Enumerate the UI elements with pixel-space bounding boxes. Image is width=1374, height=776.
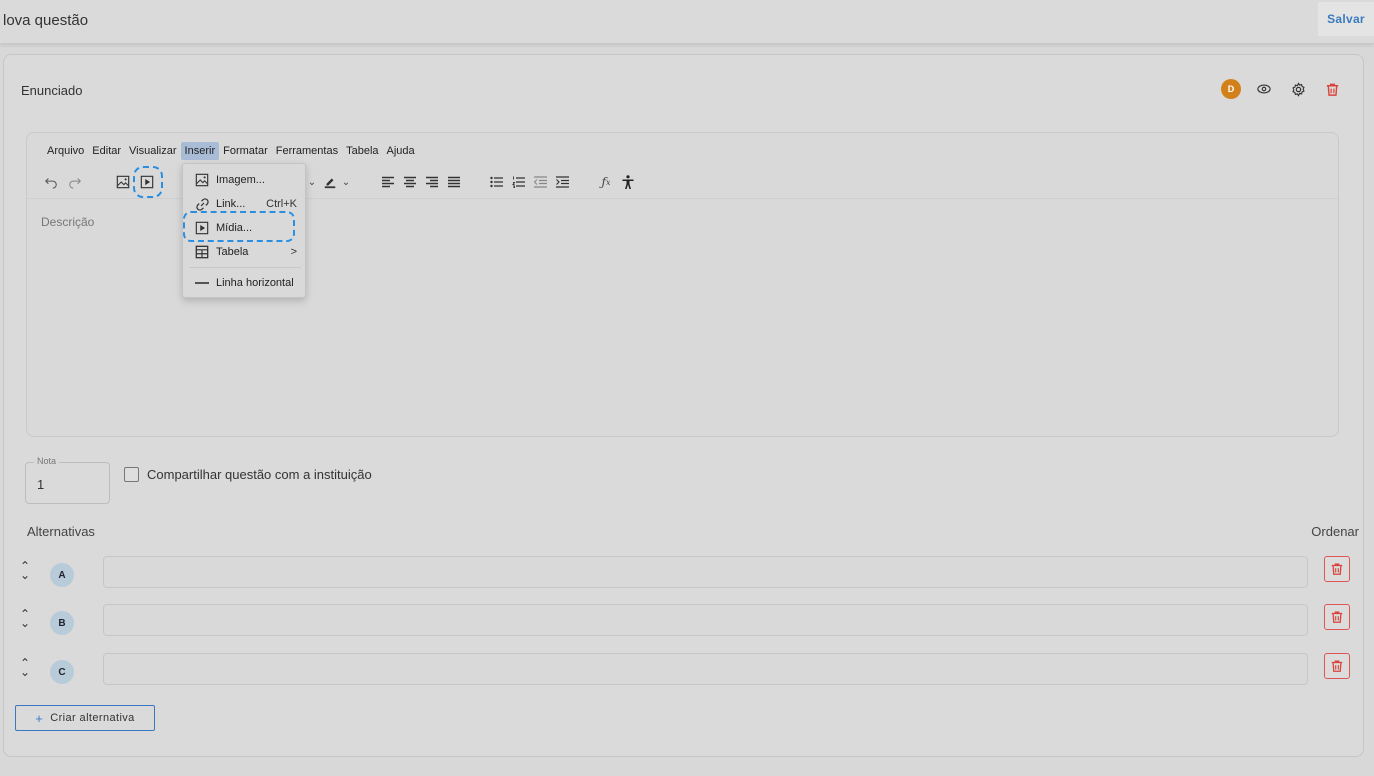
menu-separator	[189, 267, 301, 268]
numbered-list-icon[interactable]	[509, 171, 527, 193]
indent-icon[interactable]	[553, 171, 571, 193]
table-icon	[194, 245, 210, 259]
save-button[interactable]: Salvar	[1318, 2, 1374, 36]
menu-inserir[interactable]: Inserir	[180, 142, 220, 160]
menu-tabela[interactable]: Tabela	[342, 142, 382, 160]
order-button[interactable]: Ordenar	[1311, 524, 1359, 539]
formula-icon[interactable]: ƒx	[597, 171, 615, 193]
create-alternative-label: Criar alternativa	[50, 712, 135, 724]
alternative-input[interactable]	[103, 653, 1308, 685]
align-left-icon[interactable]	[379, 171, 397, 193]
align-right-icon[interactable]	[423, 171, 441, 193]
page-title: lova questão	[3, 12, 89, 29]
drag-handle-icon[interactable]: ⌃ ⌄	[19, 657, 31, 678]
gear-icon[interactable]	[1287, 78, 1309, 100]
section-title: Enunciado	[21, 83, 83, 98]
editor-placeholder[interactable]: Descrição	[41, 215, 94, 229]
menu-item-label: Tabela	[216, 246, 249, 258]
align-justify-icon[interactable]	[445, 171, 463, 193]
menu-item-label: Linha horizontal	[216, 277, 294, 289]
menu-item-label: Imagem...	[216, 174, 265, 186]
menu-editar[interactable]: Editar	[88, 142, 125, 160]
grade-input[interactable]: 1	[37, 477, 44, 492]
share-checkbox[interactable]	[124, 467, 139, 482]
menu-item-horizontal-line[interactable]: Linha horizontal	[183, 271, 307, 295]
accessibility-icon[interactable]	[619, 171, 637, 193]
drag-handle-icon[interactable]: ⌃ ⌄	[19, 608, 31, 629]
header-actions: D	[1221, 78, 1343, 100]
trash-icon	[1331, 563, 1343, 575]
chevron-down-icon[interactable]: ⌄	[305, 171, 319, 193]
insert-menu-dropdown: Imagem... Link... Ctrl+K Mídia... Tabela…	[182, 163, 306, 298]
menu-ajuda[interactable]: Ajuda	[383, 142, 419, 160]
eye-icon[interactable]	[1253, 78, 1275, 100]
trash-icon	[1331, 611, 1343, 623]
outdent-icon[interactable]	[531, 171, 549, 193]
alternative-letter: C	[50, 660, 74, 684]
delete-alternative-button[interactable]	[1324, 556, 1350, 582]
alternative-row: ⌃ ⌄ C	[4, 653, 1365, 685]
plus-icon: +	[35, 710, 44, 726]
delete-alternative-button[interactable]	[1324, 604, 1350, 630]
alternative-letter: A	[50, 563, 74, 587]
menu-item-media[interactable]: Mídia...	[183, 216, 307, 240]
bullet-list-icon[interactable]	[487, 171, 505, 193]
alternative-row: ⌃ ⌄ B	[4, 604, 1365, 636]
menu-formatar[interactable]: Formatar	[219, 142, 272, 160]
highlight-color-icon[interactable]	[321, 171, 339, 193]
share-option[interactable]: Compartilhar questão com a instituição	[124, 467, 372, 482]
menu-item-table[interactable]: Tabela >	[183, 240, 307, 264]
trash-icon	[1331, 660, 1343, 672]
horizontal-line-icon	[194, 281, 210, 285]
alternative-input[interactable]	[103, 556, 1308, 588]
question-card: Enunciado D Arquivo Editar Visualizar In…	[3, 54, 1364, 757]
create-alternative-button[interactable]: + Criar alternativa	[15, 705, 155, 731]
trash-icon[interactable]	[1321, 78, 1343, 100]
insert-media-icon[interactable]	[137, 171, 157, 193]
top-bar: lova questão Salvar	[0, 0, 1374, 44]
menu-item-label: Link...	[216, 198, 246, 210]
avatar[interactable]: D	[1221, 79, 1241, 99]
media-play-icon	[194, 221, 210, 235]
link-icon	[194, 197, 210, 212]
menu-ferramentas[interactable]: Ferramentas	[272, 142, 342, 160]
menu-item-link[interactable]: Link... Ctrl+K	[183, 192, 307, 216]
grade-field[interactable]: Nota 1	[25, 456, 110, 504]
undo-icon[interactable]	[41, 171, 61, 193]
alternative-letter: B	[50, 611, 74, 635]
image-icon	[194, 173, 210, 187]
editor-menubar: Arquivo Editar Visualizar Inserir Format…	[43, 142, 419, 160]
alternative-row: ⌃ ⌄ A	[4, 556, 1365, 588]
chevron-down-icon[interactable]: ⌄	[339, 171, 353, 193]
menu-visualizar[interactable]: Visualizar	[125, 142, 181, 160]
grade-label: Nota	[34, 456, 60, 466]
menu-item-shortcut: Ctrl+K	[266, 198, 297, 210]
menu-item-image[interactable]: Imagem...	[183, 168, 307, 192]
align-center-icon[interactable]	[401, 171, 419, 193]
delete-alternative-button[interactable]	[1324, 653, 1350, 679]
menu-arquivo[interactable]: Arquivo	[43, 142, 88, 160]
alternative-input[interactable]	[103, 604, 1308, 636]
alternatives-title: Alternativas	[27, 524, 95, 539]
menu-item-label: Mídia...	[216, 222, 253, 234]
insert-image-icon[interactable]	[113, 171, 133, 193]
share-label: Compartilhar questão com a instituição	[147, 467, 372, 482]
redo-icon[interactable]	[65, 171, 85, 193]
submenu-chevron-icon: >	[290, 246, 297, 258]
drag-handle-icon[interactable]: ⌃ ⌄	[19, 560, 31, 581]
